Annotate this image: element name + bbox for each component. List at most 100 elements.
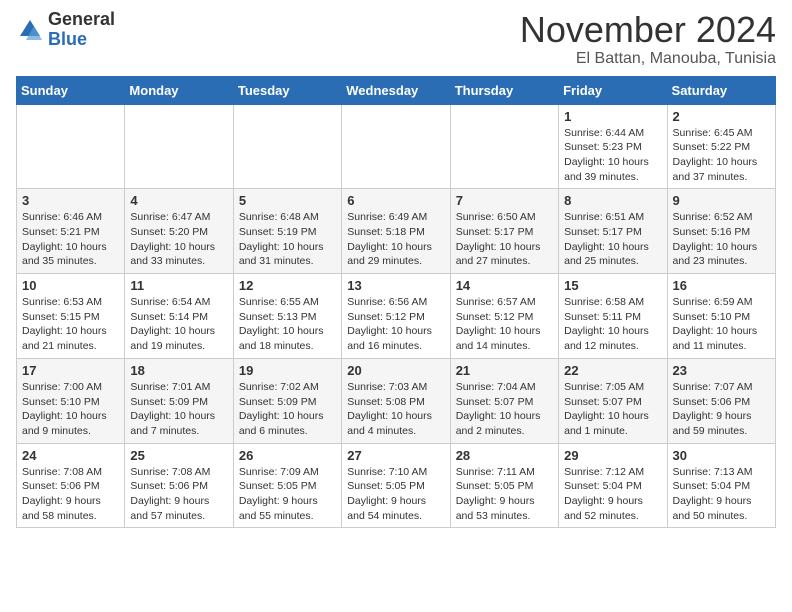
day-cell: 27Sunrise: 7:10 AM Sunset: 5:05 PM Dayli… bbox=[342, 443, 450, 528]
logo-blue-text: Blue bbox=[48, 30, 115, 50]
day-info: Sunrise: 6:45 AM Sunset: 5:22 PM Dayligh… bbox=[673, 126, 770, 185]
day-info: Sunrise: 6:49 AM Sunset: 5:18 PM Dayligh… bbox=[347, 210, 444, 269]
day-cell: 30 Sunrise: 7:13 AM Sunset: 5:04 PM Dayli… bbox=[667, 443, 775, 528]
logo: General Blue bbox=[16, 10, 115, 50]
day-cell: 12Sunrise: 6:55 AM Sunset: 5:13 PM Dayli… bbox=[233, 274, 341, 359]
day-cell: 20Sunrise: 7:03 AM Sunset: 5:08 PM Dayli… bbox=[342, 358, 450, 443]
weekday-header-wednesday: Wednesday bbox=[342, 76, 450, 104]
weekday-header-thursday: Thursday bbox=[450, 76, 558, 104]
logo-text: General Blue bbox=[48, 10, 115, 50]
day-cell: 9Sunrise: 6:52 AM Sunset: 5:16 PM Daylig… bbox=[667, 189, 775, 274]
day-cell: 28 Sunrise: 7:11 AM Sunset: 5:05 PM Dayli… bbox=[450, 443, 558, 528]
day-info: Sunrise: 7:05 AM Sunset: 5:07 PM Dayligh… bbox=[564, 380, 661, 439]
day-number: 27 bbox=[347, 448, 444, 463]
day-number: 12 bbox=[239, 278, 336, 293]
day-number: 22 bbox=[564, 363, 661, 378]
title-block: November 2024 El Battan, Manouba, Tunisi… bbox=[520, 10, 776, 68]
day-number: 23 bbox=[673, 363, 770, 378]
weekday-header-friday: Friday bbox=[559, 76, 667, 104]
weekday-header-tuesday: Tuesday bbox=[233, 76, 341, 104]
day-cell: 8 Sunrise: 6:51 AM Sunset: 5:17 PM Daylig… bbox=[559, 189, 667, 274]
day-cell: 7Sunrise: 6:50 AM Sunset: 5:17 PM Daylig… bbox=[450, 189, 558, 274]
day-number: 18 bbox=[130, 363, 227, 378]
day-cell: 3 Sunrise: 6:46 AM Sunset: 5:21 PM Daylig… bbox=[17, 189, 125, 274]
day-cell bbox=[17, 104, 125, 189]
day-number: 6 bbox=[347, 193, 444, 208]
day-number: 10 bbox=[22, 278, 119, 293]
day-cell: 1Sunrise: 6:44 AM Sunset: 5:23 PM Daylig… bbox=[559, 104, 667, 189]
day-number: 17 bbox=[22, 363, 119, 378]
calendar-table: SundayMondayTuesdayWednesdayThursdayFrid… bbox=[16, 76, 776, 529]
week-row-4: 17Sunrise: 7:00 AM Sunset: 5:10 PM Dayli… bbox=[17, 358, 776, 443]
day-cell bbox=[342, 104, 450, 189]
day-cell: 2 Sunrise: 6:45 AM Sunset: 5:22 PM Daylig… bbox=[667, 104, 775, 189]
day-cell bbox=[233, 104, 341, 189]
weekday-header-sunday: Sunday bbox=[17, 76, 125, 104]
day-info: Sunrise: 7:07 AM Sunset: 5:06 PM Dayligh… bbox=[673, 380, 770, 439]
day-number: 5 bbox=[239, 193, 336, 208]
day-info: Sunrise: 7:13 AM Sunset: 5:04 PM Dayligh… bbox=[673, 465, 770, 524]
week-row-3: 10 Sunrise: 6:53 AM Sunset: 5:15 PM Dayli… bbox=[17, 274, 776, 359]
day-number: 16 bbox=[673, 278, 770, 293]
day-cell: 18 Sunrise: 7:01 AM Sunset: 5:09 PM Dayli… bbox=[125, 358, 233, 443]
day-info: Sunrise: 7:08 AM Sunset: 5:06 PM Dayligh… bbox=[130, 465, 227, 524]
day-info: Sunrise: 6:51 AM Sunset: 5:17 PM Dayligh… bbox=[564, 210, 661, 269]
logo-general-text: General bbox=[48, 10, 115, 30]
day-number: 9 bbox=[673, 193, 770, 208]
day-number: 28 bbox=[456, 448, 553, 463]
month-title: November 2024 bbox=[520, 10, 776, 50]
day-cell: 4 Sunrise: 6:47 AM Sunset: 5:20 PM Daylig… bbox=[125, 189, 233, 274]
day-cell: 10 Sunrise: 6:53 AM Sunset: 5:15 PM Dayli… bbox=[17, 274, 125, 359]
day-info: Sunrise: 6:56 AM Sunset: 5:12 PM Dayligh… bbox=[347, 295, 444, 354]
day-info: Sunrise: 6:58 AM Sunset: 5:11 PM Dayligh… bbox=[564, 295, 661, 354]
day-info: Sunrise: 7:04 AM Sunset: 5:07 PM Dayligh… bbox=[456, 380, 553, 439]
day-cell: 16 Sunrise: 6:59 AM Sunset: 5:10 PM Dayli… bbox=[667, 274, 775, 359]
day-number: 21 bbox=[456, 363, 553, 378]
day-number: 30 bbox=[673, 448, 770, 463]
day-cell: 17Sunrise: 7:00 AM Sunset: 5:10 PM Dayli… bbox=[17, 358, 125, 443]
week-row-2: 3 Sunrise: 6:46 AM Sunset: 5:21 PM Daylig… bbox=[17, 189, 776, 274]
day-cell: 11 Sunrise: 6:54 AM Sunset: 5:14 PM Dayli… bbox=[125, 274, 233, 359]
day-cell: 15 Sunrise: 6:58 AM Sunset: 5:11 PM Dayli… bbox=[559, 274, 667, 359]
day-cell: 25Sunrise: 7:08 AM Sunset: 5:06 PM Dayli… bbox=[125, 443, 233, 528]
day-number: 3 bbox=[22, 193, 119, 208]
day-info: Sunrise: 6:57 AM Sunset: 5:12 PM Dayligh… bbox=[456, 295, 553, 354]
day-info: Sunrise: 6:54 AM Sunset: 5:14 PM Dayligh… bbox=[130, 295, 227, 354]
day-info: Sunrise: 7:12 AM Sunset: 5:04 PM Dayligh… bbox=[564, 465, 661, 524]
day-number: 14 bbox=[456, 278, 553, 293]
day-cell: 14 Sunrise: 6:57 AM Sunset: 5:12 PM Dayli… bbox=[450, 274, 558, 359]
weekday-header-saturday: Saturday bbox=[667, 76, 775, 104]
weekday-header-row: SundayMondayTuesdayWednesdayThursdayFrid… bbox=[17, 76, 776, 104]
day-info: Sunrise: 6:46 AM Sunset: 5:21 PM Dayligh… bbox=[22, 210, 119, 269]
day-cell: 23 Sunrise: 7:07 AM Sunset: 5:06 PM Dayli… bbox=[667, 358, 775, 443]
day-cell bbox=[125, 104, 233, 189]
weekday-header-monday: Monday bbox=[125, 76, 233, 104]
day-number: 26 bbox=[239, 448, 336, 463]
day-info: Sunrise: 7:02 AM Sunset: 5:09 PM Dayligh… bbox=[239, 380, 336, 439]
day-info: Sunrise: 7:11 AM Sunset: 5:05 PM Dayligh… bbox=[456, 465, 553, 524]
day-number: 8 bbox=[564, 193, 661, 208]
day-info: Sunrise: 6:53 AM Sunset: 5:15 PM Dayligh… bbox=[22, 295, 119, 354]
day-info: Sunrise: 6:48 AM Sunset: 5:19 PM Dayligh… bbox=[239, 210, 336, 269]
day-number: 2 bbox=[673, 109, 770, 124]
day-number: 13 bbox=[347, 278, 444, 293]
day-info: Sunrise: 6:44 AM Sunset: 5:23 PM Dayligh… bbox=[564, 126, 661, 185]
day-number: 4 bbox=[130, 193, 227, 208]
day-info: Sunrise: 6:50 AM Sunset: 5:17 PM Dayligh… bbox=[456, 210, 553, 269]
day-cell: 5 Sunrise: 6:48 AM Sunset: 5:19 PM Daylig… bbox=[233, 189, 341, 274]
day-info: Sunrise: 7:09 AM Sunset: 5:05 PM Dayligh… bbox=[239, 465, 336, 524]
day-number: 15 bbox=[564, 278, 661, 293]
day-info: Sunrise: 6:59 AM Sunset: 5:10 PM Dayligh… bbox=[673, 295, 770, 354]
day-number: 29 bbox=[564, 448, 661, 463]
location: El Battan, Manouba, Tunisia bbox=[520, 50, 776, 68]
day-cell: 6 Sunrise: 6:49 AM Sunset: 5:18 PM Daylig… bbox=[342, 189, 450, 274]
day-cell: 21 Sunrise: 7:04 AM Sunset: 5:07 PM Dayli… bbox=[450, 358, 558, 443]
day-cell: 29 Sunrise: 7:12 AM Sunset: 5:04 PM Dayli… bbox=[559, 443, 667, 528]
day-info: Sunrise: 7:01 AM Sunset: 5:09 PM Dayligh… bbox=[130, 380, 227, 439]
day-cell: 24Sunrise: 7:08 AM Sunset: 5:06 PM Dayli… bbox=[17, 443, 125, 528]
week-row-5: 24Sunrise: 7:08 AM Sunset: 5:06 PM Dayli… bbox=[17, 443, 776, 528]
day-number: 20 bbox=[347, 363, 444, 378]
week-row-1: 1Sunrise: 6:44 AM Sunset: 5:23 PM Daylig… bbox=[17, 104, 776, 189]
day-number: 11 bbox=[130, 278, 227, 293]
day-info: Sunrise: 6:47 AM Sunset: 5:20 PM Dayligh… bbox=[130, 210, 227, 269]
